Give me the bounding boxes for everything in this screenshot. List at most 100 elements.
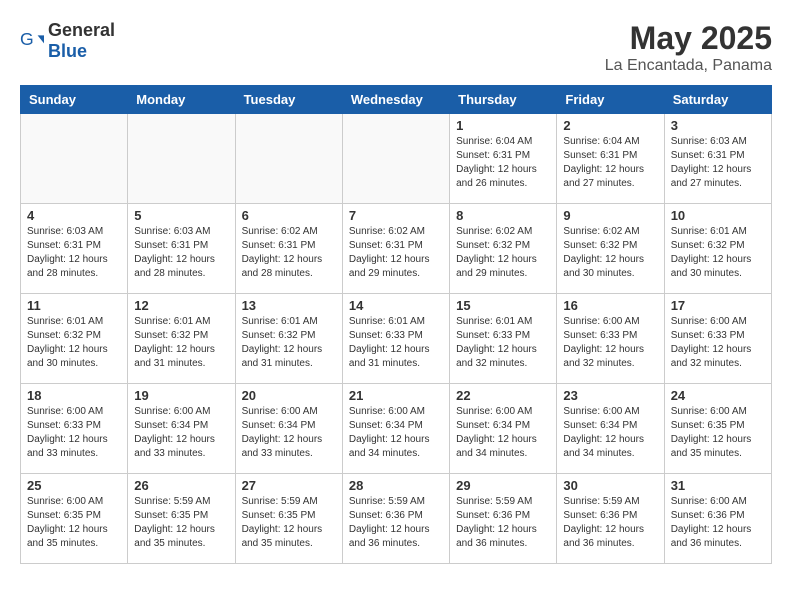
day-number: 7 <box>349 208 443 223</box>
calendar-cell <box>21 114 128 204</box>
calendar-cell: 16 Sunrise: 6:00 AMSunset: 6:33 PMDayligh… <box>557 294 664 384</box>
logo-wordmark: General Blue <box>48 20 115 62</box>
week-row-5: 25 Sunrise: 6:00 AMSunset: 6:35 PMDayligh… <box>21 474 772 564</box>
col-header-thursday: Thursday <box>450 86 557 114</box>
day-info: Sunrise: 5:59 AMSunset: 6:35 PMDaylight:… <box>134 495 228 551</box>
calendar-cell: 11 Sunrise: 6:01 AMSunset: 6:32 PMDayligh… <box>21 294 128 384</box>
week-row-1: 1Sunrise: 6:04 AMSunset: 6:31 PMDaylight… <box>21 114 772 204</box>
calendar-cell: 5 Sunrise: 6:03 AMSunset: 6:31 PMDaylight… <box>128 204 235 294</box>
day-info: Sunrise: 6:01 AMSunset: 6:32 PMDaylight:… <box>671 225 765 281</box>
day-info: Sunrise: 6:00 AMSunset: 6:33 PMDaylight:… <box>563 315 657 371</box>
calendar-cell: 21 Sunrise: 6:00 AMSunset: 6:34 PMDayligh… <box>342 384 449 474</box>
calendar-table: SundayMondayTuesdayWednesdayThursdayFrid… <box>20 85 772 564</box>
day-info: Sunrise: 5:59 AMSunset: 6:36 PMDaylight:… <box>563 495 657 551</box>
col-header-monday: Monday <box>128 86 235 114</box>
col-header-friday: Friday <box>557 86 664 114</box>
day-info: Sunrise: 6:01 AMSunset: 6:33 PMDaylight:… <box>349 315 443 371</box>
day-info: Sunrise: 6:00 AMSunset: 6:34 PMDaylight:… <box>349 405 443 461</box>
logo-icon: G <box>20 29 44 53</box>
day-info: Sunrise: 5:59 AMSunset: 6:36 PMDaylight:… <box>349 495 443 551</box>
col-header-tuesday: Tuesday <box>235 86 342 114</box>
day-info: Sunrise: 6:03 AMSunset: 6:31 PMDaylight:… <box>27 225 121 281</box>
calendar-cell: 28 Sunrise: 5:59 AMSunset: 6:36 PMDayligh… <box>342 474 449 564</box>
day-number: 6 <box>242 208 336 223</box>
calendar-cell: 13 Sunrise: 6:01 AMSunset: 6:32 PMDayligh… <box>235 294 342 384</box>
calendar-cell: 24Sunrise: 6:00 AMSunset: 6:35 PMDayligh… <box>664 384 771 474</box>
svg-text:G: G <box>20 29 34 49</box>
day-info: Sunrise: 6:04 AMSunset: 6:31 PMDaylight:… <box>456 135 550 191</box>
calendar-cell: 12Sunrise: 6:01 AMSunset: 6:32 PMDayligh… <box>128 294 235 384</box>
day-info: Sunrise: 6:00 AMSunset: 6:35 PMDaylight:… <box>27 495 121 551</box>
day-info: Sunrise: 6:04 AMSunset: 6:31 PMDaylight:… <box>563 135 657 191</box>
calendar-cell: 10 Sunrise: 6:01 AMSunset: 6:32 PMDayligh… <box>664 204 771 294</box>
day-number: 29 <box>456 478 550 493</box>
day-info: Sunrise: 5:59 AMSunset: 6:35 PMDaylight:… <box>242 495 336 551</box>
calendar-header-row: SundayMondayTuesdayWednesdayThursdayFrid… <box>21 86 772 114</box>
calendar-cell: 6 Sunrise: 6:02 AMSunset: 6:31 PMDaylight… <box>235 204 342 294</box>
day-number: 30 <box>563 478 657 493</box>
calendar-cell: 19 Sunrise: 6:00 AMSunset: 6:34 PMDayligh… <box>128 384 235 474</box>
day-number: 13 <box>242 298 336 313</box>
day-number: 5 <box>134 208 228 223</box>
calendar-cell: 15 Sunrise: 6:01 AMSunset: 6:33 PMDayligh… <box>450 294 557 384</box>
day-number: 15 <box>456 298 550 313</box>
calendar-cell <box>342 114 449 204</box>
calendar-cell: 2 Sunrise: 6:04 AMSunset: 6:31 PMDaylight… <box>557 114 664 204</box>
page-header: G General Blue May 2025 La Encantada, Pa… <box>20 20 772 75</box>
day-info: Sunrise: 6:01 AMSunset: 6:32 PMDaylight:… <box>242 315 336 371</box>
day-info: Sunrise: 6:03 AMSunset: 6:31 PMDaylight:… <box>671 135 765 191</box>
day-info: Sunrise: 6:01 AMSunset: 6:32 PMDaylight:… <box>27 315 121 371</box>
calendar-cell: 26Sunrise: 5:59 AMSunset: 6:35 PMDayligh… <box>128 474 235 564</box>
day-info: Sunrise: 6:00 AMSunset: 6:36 PMDaylight:… <box>671 495 765 551</box>
day-number: 22 <box>456 388 550 403</box>
day-info: Sunrise: 6:03 AMSunset: 6:31 PMDaylight:… <box>134 225 228 281</box>
calendar-cell: 4 Sunrise: 6:03 AMSunset: 6:31 PMDaylight… <box>21 204 128 294</box>
title-block: May 2025 La Encantada, Panama <box>605 20 772 75</box>
day-info: Sunrise: 6:00 AMSunset: 6:34 PMDaylight:… <box>456 405 550 461</box>
day-info: Sunrise: 6:01 AMSunset: 6:33 PMDaylight:… <box>456 315 550 371</box>
day-number: 25 <box>27 478 121 493</box>
calendar-cell: 27 Sunrise: 5:59 AMSunset: 6:35 PMDayligh… <box>235 474 342 564</box>
day-info: Sunrise: 6:00 AMSunset: 6:34 PMDaylight:… <box>134 405 228 461</box>
calendar-cell: 17 Sunrise: 6:00 AMSunset: 6:33 PMDayligh… <box>664 294 771 384</box>
week-row-2: 4 Sunrise: 6:03 AMSunset: 6:31 PMDaylight… <box>21 204 772 294</box>
calendar-cell: 3 Sunrise: 6:03 AMSunset: 6:31 PMDaylight… <box>664 114 771 204</box>
day-number: 28 <box>349 478 443 493</box>
day-number: 21 <box>349 388 443 403</box>
location-title: La Encantada, Panama <box>605 57 772 75</box>
day-number: 11 <box>27 298 121 313</box>
calendar-cell: 7 Sunrise: 6:02 AMSunset: 6:31 PMDaylight… <box>342 204 449 294</box>
day-info: Sunrise: 6:00 AMSunset: 6:33 PMDaylight:… <box>671 315 765 371</box>
day-info: Sunrise: 6:02 AMSunset: 6:32 PMDaylight:… <box>456 225 550 281</box>
col-header-sunday: Sunday <box>21 86 128 114</box>
day-info: Sunrise: 6:02 AMSunset: 6:32 PMDaylight:… <box>563 225 657 281</box>
day-number: 16 <box>563 298 657 313</box>
day-info: Sunrise: 6:00 AMSunset: 6:34 PMDaylight:… <box>563 405 657 461</box>
month-title: May 2025 <box>605 20 772 57</box>
day-number: 3 <box>671 118 765 133</box>
day-number: 19 <box>134 388 228 403</box>
day-number: 31 <box>671 478 765 493</box>
day-info: Sunrise: 6:02 AMSunset: 6:31 PMDaylight:… <box>242 225 336 281</box>
week-row-3: 11 Sunrise: 6:01 AMSunset: 6:32 PMDayligh… <box>21 294 772 384</box>
day-number: 8 <box>456 208 550 223</box>
day-number: 27 <box>242 478 336 493</box>
calendar-cell: 29 Sunrise: 5:59 AMSunset: 6:36 PMDayligh… <box>450 474 557 564</box>
calendar-cell: 25 Sunrise: 6:00 AMSunset: 6:35 PMDayligh… <box>21 474 128 564</box>
day-number: 23 <box>563 388 657 403</box>
calendar-cell: 31 Sunrise: 6:00 AMSunset: 6:36 PMDayligh… <box>664 474 771 564</box>
day-number: 2 <box>563 118 657 133</box>
calendar-cell: 20Sunrise: 6:00 AMSunset: 6:34 PMDayligh… <box>235 384 342 474</box>
day-number: 14 <box>349 298 443 313</box>
day-number: 12 <box>134 298 228 313</box>
day-number: 17 <box>671 298 765 313</box>
col-header-wednesday: Wednesday <box>342 86 449 114</box>
day-number: 9 <box>563 208 657 223</box>
day-info: Sunrise: 5:59 AMSunset: 6:36 PMDaylight:… <box>456 495 550 551</box>
week-row-4: 18Sunrise: 6:00 AMSunset: 6:33 PMDayligh… <box>21 384 772 474</box>
day-number: 4 <box>27 208 121 223</box>
day-number: 10 <box>671 208 765 223</box>
day-info: Sunrise: 6:02 AMSunset: 6:31 PMDaylight:… <box>349 225 443 281</box>
calendar-cell <box>128 114 235 204</box>
calendar-cell: 14 Sunrise: 6:01 AMSunset: 6:33 PMDayligh… <box>342 294 449 384</box>
